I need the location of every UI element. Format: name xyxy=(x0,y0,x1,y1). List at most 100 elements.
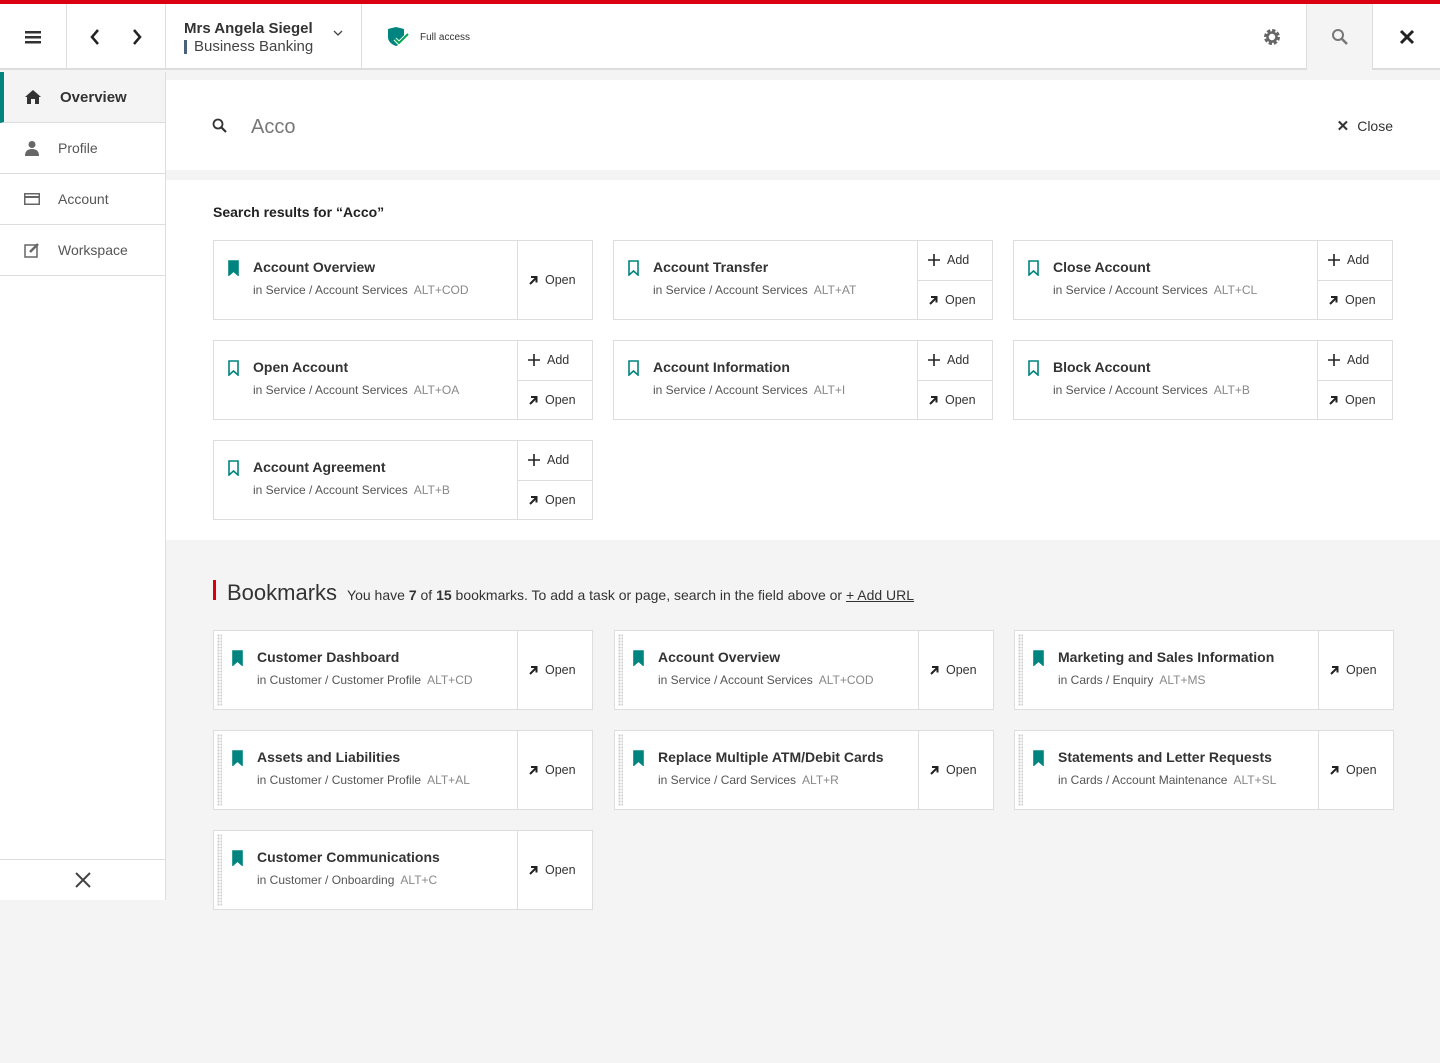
bookmark-card[interactable]: Customer Dashboard in Customer / Customer… xyxy=(213,630,593,710)
bookmark-filled-icon[interactable] xyxy=(228,260,239,276)
close-app-button[interactable] xyxy=(1373,4,1440,70)
shield-check-icon xyxy=(388,27,410,46)
path-text: in Service / Account Services xyxy=(253,283,408,297)
open-button[interactable]: Open xyxy=(1318,379,1392,420)
menu-button[interactable] xyxy=(0,4,67,70)
card-actions: Open xyxy=(517,731,592,809)
bookmark-filled-icon[interactable] xyxy=(232,750,243,766)
bookmark-max: 15 xyxy=(436,587,452,603)
forward-icon[interactable] xyxy=(132,29,142,45)
close-label: Close xyxy=(1357,118,1393,134)
bookmark-outline-icon[interactable] xyxy=(1028,360,1039,376)
drag-handle[interactable] xyxy=(1018,734,1023,806)
card-actions: Open xyxy=(517,241,592,319)
bookmark-title[interactable]: Customer Communications xyxy=(257,849,440,865)
search-button[interactable] xyxy=(1306,4,1373,70)
open-arrow-icon xyxy=(529,495,538,505)
add-bookmark-button[interactable]: Add xyxy=(1318,241,1392,280)
bookmark-title[interactable]: Replace Multiple ATM/Debit Cards xyxy=(658,749,884,765)
bookmark-card[interactable]: Assets and Liabilities in Customer / Cust… xyxy=(213,730,593,810)
add-bookmark-button[interactable]: Add xyxy=(918,341,992,380)
bookmark-outline-icon[interactable] xyxy=(628,260,639,276)
close-icon xyxy=(1399,29,1414,45)
sidebar-item-label: Account xyxy=(58,191,109,207)
card-actions: Add Open xyxy=(1317,241,1392,319)
result-title[interactable]: Account Transfer xyxy=(653,259,768,275)
drag-handle[interactable] xyxy=(217,834,222,906)
tools-button[interactable] xyxy=(0,859,165,900)
drag-handle[interactable] xyxy=(217,634,222,706)
bookmark-title[interactable]: Account Overview xyxy=(658,649,780,665)
result-title[interactable]: Open Account xyxy=(253,359,348,375)
open-button[interactable]: Open xyxy=(919,731,993,809)
card-actions: Add Open xyxy=(917,341,992,419)
result-title[interactable]: Close Account xyxy=(1053,259,1151,275)
add-bookmark-button[interactable]: Add xyxy=(518,341,592,380)
bookmark-filled-icon[interactable] xyxy=(232,850,243,866)
bookmark-title[interactable]: Assets and Liabilities xyxy=(257,749,400,765)
drag-handle[interactable] xyxy=(1018,634,1023,706)
bookmark-count: 7 xyxy=(408,587,417,603)
bookmarks-info: You have 7 of 15 bookmarks. To add a tas… xyxy=(347,587,914,603)
open-button[interactable]: Open xyxy=(518,479,592,520)
customer-segment: Business Banking xyxy=(184,39,313,54)
add-bookmark-button[interactable]: Add xyxy=(918,241,992,280)
open-button[interactable]: Open xyxy=(518,379,592,420)
open-button[interactable]: Open xyxy=(919,631,993,709)
open-button[interactable]: Open xyxy=(518,241,592,319)
bookmark-filled-icon[interactable] xyxy=(232,650,243,666)
bookmark-card[interactable]: Customer Communications in Customer / Onb… xyxy=(213,830,593,910)
shortcut: ALT+AT xyxy=(813,283,857,297)
bookmark-card[interactable]: Marketing and Sales Information in Cards … xyxy=(1014,630,1394,710)
result-title[interactable]: Account Agreement xyxy=(253,459,386,475)
bookmark-title[interactable]: Marketing and Sales Information xyxy=(1058,649,1274,665)
open-button[interactable]: Open xyxy=(518,631,592,709)
bookmark-title[interactable]: Statements and Letter Requests xyxy=(1058,749,1272,765)
bookmark-card[interactable]: Replace Multiple ATM/Debit Cards in Servi… xyxy=(614,730,994,810)
search-input[interactable]: Acco xyxy=(251,116,295,139)
bookmark-outline-icon[interactable] xyxy=(228,460,239,476)
customer-selector[interactable]: Mrs Angela Siegel Business Banking xyxy=(166,4,362,70)
bookmark-filled-icon[interactable] xyxy=(1033,650,1044,666)
result-title[interactable]: Block Account xyxy=(1053,359,1151,375)
add-url-link[interactable]: + Add URL xyxy=(846,587,914,603)
drag-handle[interactable] xyxy=(618,734,623,806)
drag-handle[interactable] xyxy=(217,734,222,806)
open-button[interactable]: Open xyxy=(518,831,592,909)
sidebar-item-workspace[interactable]: Workspace xyxy=(0,225,165,276)
bookmarks-heading: Bookmarks xyxy=(227,580,338,605)
bookmark-card[interactable]: Account Overview in Service / Account Ser… xyxy=(614,630,994,710)
settings-button[interactable] xyxy=(1238,4,1306,70)
close-search-button[interactable]: ✕ Close xyxy=(1337,117,1393,135)
open-button[interactable]: Open xyxy=(1319,731,1393,809)
open-button[interactable]: Open xyxy=(918,279,992,320)
open-arrow-icon xyxy=(529,666,538,675)
sidebar-item-overview[interactable]: Overview xyxy=(0,72,165,123)
bookmark-outline-icon[interactable] xyxy=(228,360,239,376)
sidebar: Overview Profile Account Workspace xyxy=(0,72,166,900)
path-text: in Service / Card Services xyxy=(658,773,797,787)
open-button[interactable]: Open xyxy=(918,379,992,420)
sidebar-item-account[interactable]: Account xyxy=(0,174,165,225)
add-bookmark-button[interactable]: Add xyxy=(518,441,592,480)
result-title[interactable]: Account Overview xyxy=(253,259,375,275)
bookmark-filled-icon[interactable] xyxy=(1033,750,1044,766)
back-icon[interactable] xyxy=(90,29,100,45)
bookmark-title[interactable]: Customer Dashboard xyxy=(257,649,399,665)
bookmark-outline-icon[interactable] xyxy=(1028,260,1039,276)
sidebar-item-profile[interactable]: Profile xyxy=(0,123,165,174)
bookmark-outline-icon[interactable] xyxy=(628,360,639,376)
open-button[interactable]: Open xyxy=(1318,279,1392,320)
open-button[interactable]: Open xyxy=(1319,631,1393,709)
shortcut: ALT+B xyxy=(413,483,450,497)
open-label: Open xyxy=(1346,663,1377,677)
result-path: in Service / Account Services ALT+I xyxy=(653,383,845,397)
open-button[interactable]: Open xyxy=(518,731,592,809)
drag-handle[interactable] xyxy=(618,634,623,706)
bookmark-card[interactable]: Statements and Letter Requests in Cards /… xyxy=(1014,730,1394,810)
bookmark-filled-icon[interactable] xyxy=(633,750,644,766)
search-result-card: Close Account in Service / Account Servic… xyxy=(1013,240,1393,320)
bookmark-filled-icon[interactable] xyxy=(633,650,644,666)
add-bookmark-button[interactable]: Add xyxy=(1318,341,1392,380)
result-title[interactable]: Account Information xyxy=(653,359,790,375)
